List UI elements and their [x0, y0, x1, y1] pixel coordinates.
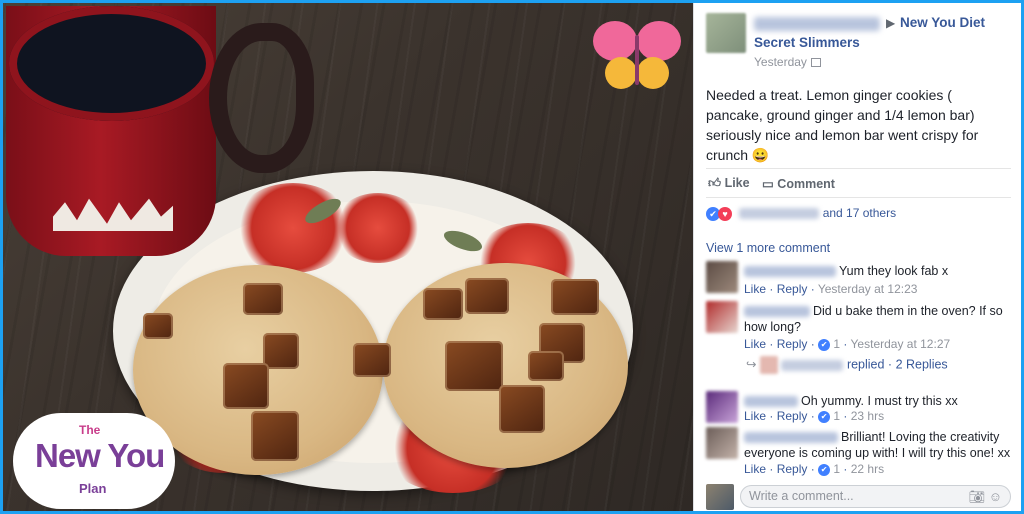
lemon-bar-chunk — [528, 351, 564, 381]
replier-name-blurred — [781, 359, 844, 371]
comment-time[interactable]: Yesterday at 12:23 — [818, 282, 918, 296]
lemon-bar-chunk — [243, 283, 283, 315]
comment-text: Yum they look fab x — [839, 264, 949, 278]
logo-main: New You — [35, 437, 165, 474]
reactor-name-blurred — [739, 208, 820, 220]
like-button[interactable]: 👍︎ Like — [708, 176, 750, 191]
comment-like-link[interactable]: Like — [744, 337, 766, 351]
camera-icon[interactable]: 📷︎ — [969, 489, 986, 504]
comment-button[interactable]: ▭ Comment — [762, 176, 835, 191]
coffee-surface — [9, 6, 214, 121]
comment-like-link[interactable]: Like — [744, 462, 766, 476]
replies-text[interactable]: replied · 2 Replies — [847, 357, 948, 371]
comment-label: Comment — [777, 177, 835, 191]
post-time-text[interactable]: Yesterday — [754, 55, 807, 69]
lemon-bar-chunk — [551, 279, 599, 315]
comment-reply-link[interactable]: Reply — [777, 282, 808, 296]
current-user-avatar — [706, 484, 734, 510]
lemon-bar-chunk — [263, 333, 299, 369]
commenter-name-blurred[interactable] — [744, 396, 798, 408]
commenter-name-blurred[interactable] — [744, 306, 810, 318]
comment-input[interactable]: Write a comment... 📷︎ ☺ — [740, 485, 1011, 508]
lemon-bar-chunk — [353, 343, 391, 377]
mug-handle — [209, 23, 314, 173]
commenter-name-blurred[interactable] — [744, 266, 836, 278]
commenter-avatar[interactable] — [706, 261, 738, 293]
emoji-icon[interactable]: ☺ — [989, 489, 1002, 504]
author-avatar[interactable] — [706, 13, 746, 53]
logo-plan: Plan — [79, 481, 107, 496]
post-header: ▶ New You Diet Secret Slimmers Yesterday — [706, 11, 1011, 73]
comment-icon: ▭ — [762, 177, 774, 191]
comment-body: Brilliant! Loving the creativity everyon… — [744, 429, 1012, 461]
lemon-bar-chunk — [251, 411, 299, 461]
comment-reply-link[interactable]: Reply — [777, 409, 808, 423]
comment-meta: Like · Reply · ✔ 1 · Yesterday at 12:27 — [744, 337, 951, 351]
write-comment-row: Write a comment... 📷︎ ☺ — [706, 484, 1011, 510]
post-time[interactable]: Yesterday — [754, 55, 821, 69]
comment-meta: Like · Reply · Yesterday at 12:23 — [744, 282, 918, 296]
comment-reply-link[interactable]: Reply — [777, 462, 808, 476]
flower-decoration — [333, 193, 423, 263]
like-icon: 👍︎ — [708, 176, 722, 190]
lemon-bar-chunk — [445, 341, 503, 391]
comment-like-count[interactable]: 1 — [833, 409, 840, 423]
lemon-bar-chunk — [465, 278, 509, 314]
comment-time[interactable]: 23 hrs — [851, 409, 884, 423]
arrow-right-icon: ▶ — [886, 16, 896, 30]
replies-link[interactable]: ↪ replied · 2 Replies — [746, 356, 948, 374]
commenter-avatar[interactable] — [706, 391, 738, 423]
like-count-icon: ✔ — [818, 463, 831, 476]
comment-body: Did u bake them in the oven? If so how l… — [744, 303, 1012, 335]
like-count-icon: ✔ — [818, 338, 831, 351]
comment-placeholder: Write a comment... — [749, 489, 854, 503]
post-photo[interactable]: The New You Plan — [3, 3, 693, 511]
comment-meta: Like · Reply · ✔ 1 · 23 hrs — [744, 409, 885, 423]
comment-like-link[interactable]: Like — [744, 409, 766, 423]
post-text: Needed a treat. Lemon ginger cookies ( p… — [706, 87, 979, 163]
comment-meta: Like · Reply · ✔ 1 · 22 hrs — [744, 462, 885, 476]
post-actions: 👍︎ Like ▭ Comment — [706, 168, 1011, 198]
group-privacy-icon — [810, 58, 821, 68]
comment-input-icons: 📷︎ ☺ — [969, 489, 1002, 505]
reactions-summary[interactable]: ✔ ♥ and 17 others — [706, 206, 1011, 228]
comment-text: Oh yummy. I must try this xx — [801, 394, 958, 408]
commenter-avatar[interactable] — [706, 427, 738, 459]
reactions-count[interactable]: and 17 others — [823, 206, 896, 220]
comment-like-count[interactable]: 1 — [833, 462, 840, 476]
lemon-bar-chunk — [143, 313, 173, 339]
comment-like-link[interactable]: Like — [744, 282, 766, 296]
new-you-plan-logo: The New You Plan — [15, 415, 173, 507]
butterfly-icon — [593, 21, 681, 89]
comment-body: Yum they look fab x — [744, 263, 1012, 279]
lemon-bar-chunk — [223, 363, 269, 409]
group-name[interactable]: New You Diet — [900, 15, 985, 30]
comment-body: Oh yummy. I must try this xx — [744, 393, 1012, 409]
group-name-line2[interactable]: Secret Slimmers — [754, 35, 860, 50]
post-panel: ▶ New You Diet Secret Slimmers Yesterday… — [693, 3, 1021, 511]
love-reaction-icon: ♥ — [718, 206, 732, 221]
lemon-bar-chunk — [423, 288, 463, 320]
reply-arrow-icon: ↪ — [746, 357, 757, 372]
comment-time[interactable]: 22 hrs — [851, 462, 884, 476]
comment-time[interactable]: Yesterday at 12:27 — [851, 337, 951, 351]
like-count-icon: ✔ — [818, 410, 831, 423]
like-label: Like — [724, 176, 750, 190]
author-name-blurred[interactable] — [754, 17, 880, 31]
commenter-name-blurred[interactable] — [744, 432, 838, 444]
commenter-avatar[interactable] — [706, 301, 738, 333]
lemon-bar-chunk — [499, 385, 545, 433]
logo-the: The — [79, 423, 101, 437]
replier-avatar — [759, 356, 778, 374]
view-more-comments[interactable]: View 1 more comment — [706, 241, 830, 255]
comment-reply-link[interactable]: Reply — [777, 337, 808, 351]
comment-like-count[interactable]: 1 — [833, 337, 840, 351]
